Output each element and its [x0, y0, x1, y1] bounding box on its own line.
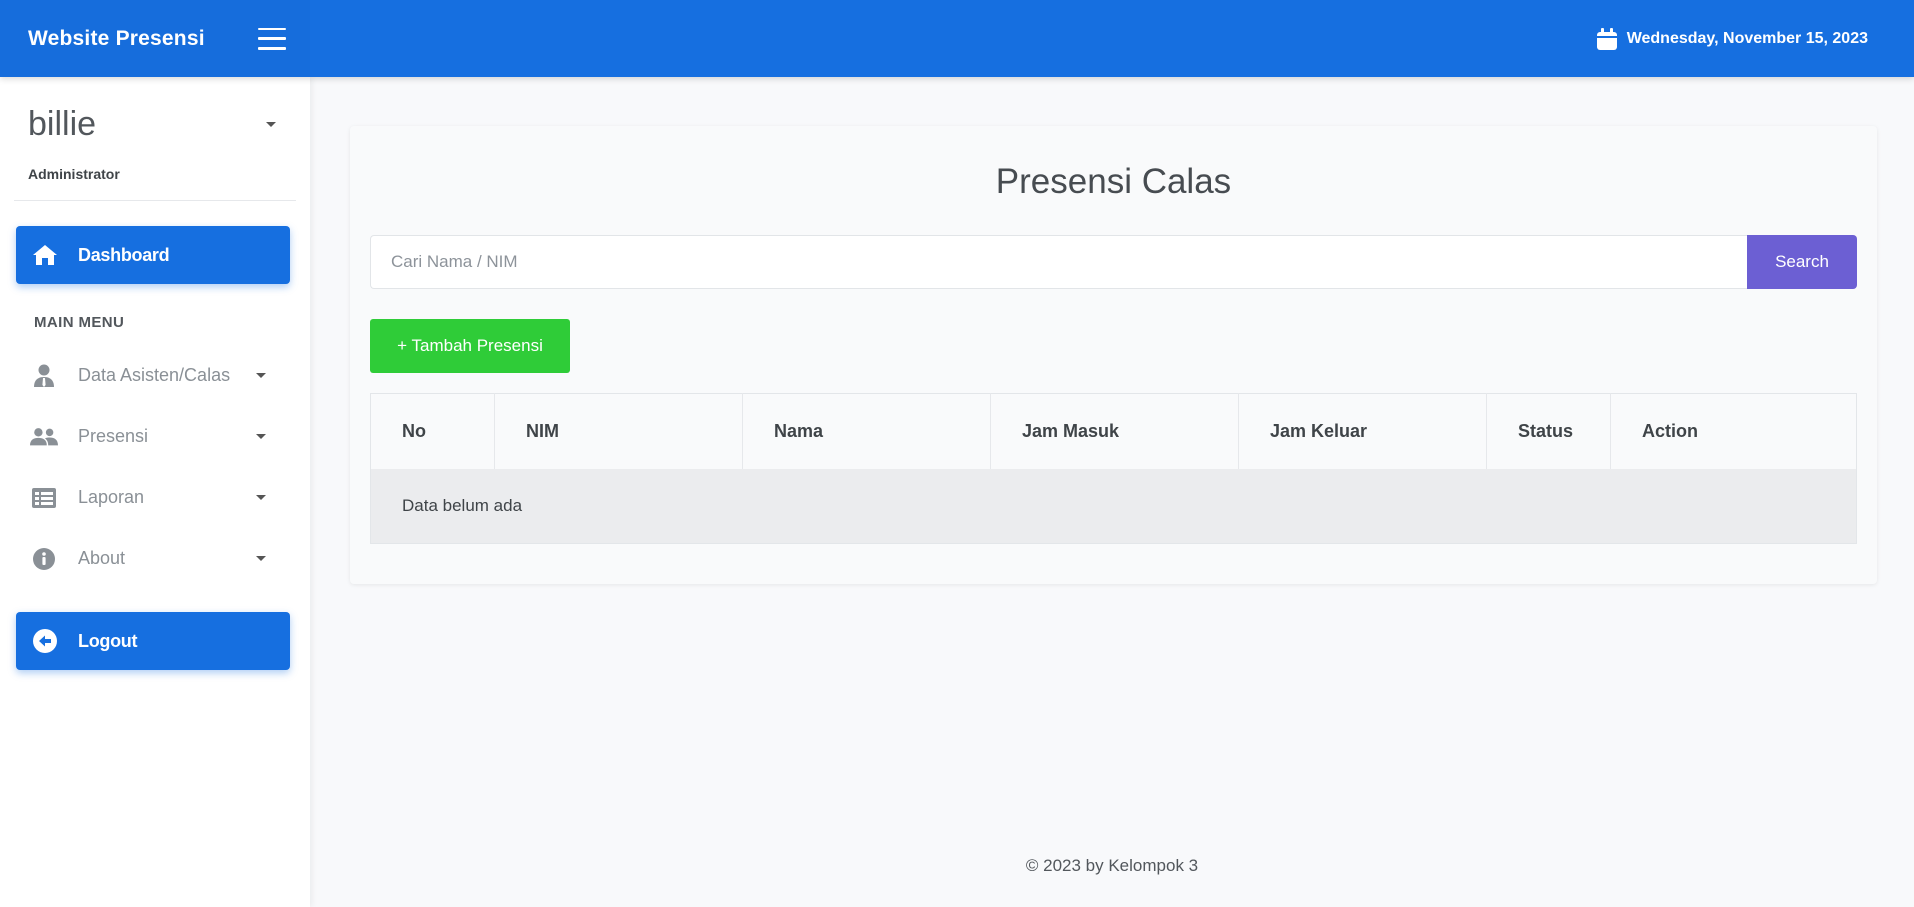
- user-name: billie: [28, 105, 97, 143]
- footer-copyright: © 2023 by Kelompok 3: [1025, 856, 1199, 875]
- sidebar-item-label: Presensi: [78, 426, 149, 446]
- table-header-row: No NIM Nama Jam Masuk Jam Keluar Status …: [370, 393, 1857, 469]
- brand-title[interactable]: Website Presensi: [28, 27, 205, 51]
- sidebar-item-label: About: [78, 548, 126, 568]
- list-icon: [30, 487, 58, 508]
- column-header-status: Status: [1486, 393, 1611, 469]
- calendar-icon: [1596, 27, 1617, 50]
- logout-label: Logout: [78, 630, 138, 651]
- sidebar-item-presensi[interactable]: Presensi: [0, 406, 310, 467]
- divider: [14, 200, 296, 201]
- search-input[interactable]: [370, 235, 1747, 289]
- current-date-text: Wednesday, November 15, 2023: [1626, 29, 1868, 47]
- user-dropdown[interactable]: billie: [28, 105, 282, 144]
- column-header-jam-keluar: Jam Keluar: [1238, 393, 1487, 469]
- users-icon: [30, 427, 58, 447]
- sidebar-item-label: Laporan: [78, 487, 145, 507]
- page-title: Presensi Calas: [995, 162, 1232, 201]
- logout-button[interactable]: Logout: [16, 612, 290, 670]
- sidebar-item-label: Dashboard: [78, 244, 170, 265]
- presensi-card: Presensi Calas Search + Tambah Presensi …: [350, 126, 1877, 584]
- column-header-nim: NIM: [494, 393, 743, 469]
- user-role: Administrator: [28, 166, 120, 182]
- column-header-action: Action: [1610, 393, 1857, 469]
- chevron-down-icon[interactable]: [266, 122, 276, 127]
- main-menu-heading: MAIN MENU: [34, 314, 125, 331]
- top-navbar: Website Presensi Wednesday, November 15,…: [0, 0, 1914, 77]
- chevron-down-icon: [256, 373, 266, 378]
- sidebar-item-laporan[interactable]: Laporan: [0, 467, 310, 528]
- column-header-nama: Nama: [742, 393, 991, 469]
- arrow-circle-left-icon: [30, 629, 60, 653]
- search-button[interactable]: Search: [1747, 235, 1857, 289]
- brand-area: Website Presensi: [0, 0, 310, 77]
- sidebar-item-dashboard[interactable]: Dashboard: [16, 226, 290, 284]
- sidebar-item-data-asisten[interactable]: Data Asisten/Calas: [0, 345, 310, 406]
- sidebar-menu: Data Asisten/Calas Presensi Laporan Abou…: [0, 345, 310, 589]
- hamburger-menu-icon[interactable]: [258, 27, 286, 50]
- add-presensi-button[interactable]: + Tambah Presensi: [370, 319, 570, 373]
- user-tie-icon: [30, 364, 58, 388]
- info-icon: [30, 547, 58, 570]
- chevron-down-icon: [256, 556, 266, 561]
- chevron-down-icon: [256, 495, 266, 500]
- empty-table-message: Data belum ada: [370, 468, 1857, 544]
- column-header-jam-masuk: Jam Masuk: [990, 393, 1239, 469]
- table-row: Data belum ada: [370, 468, 1857, 544]
- sidebar-item-about[interactable]: About: [0, 528, 310, 589]
- sidebar-item-label: Data Asisten/Calas: [78, 365, 231, 385]
- sidebar: billie Administrator Dashboard MAIN MENU…: [0, 77, 310, 907]
- user-profile: billie Administrator: [0, 77, 310, 182]
- current-date: Wednesday, November 15, 2023: [1596, 27, 1868, 50]
- column-header-no: No: [370, 393, 495, 469]
- presensi-table: No NIM Nama Jam Masuk Jam Keluar Status …: [370, 393, 1857, 544]
- search-form: Search: [370, 235, 1857, 289]
- home-icon: [30, 244, 60, 266]
- chevron-down-icon: [256, 434, 266, 439]
